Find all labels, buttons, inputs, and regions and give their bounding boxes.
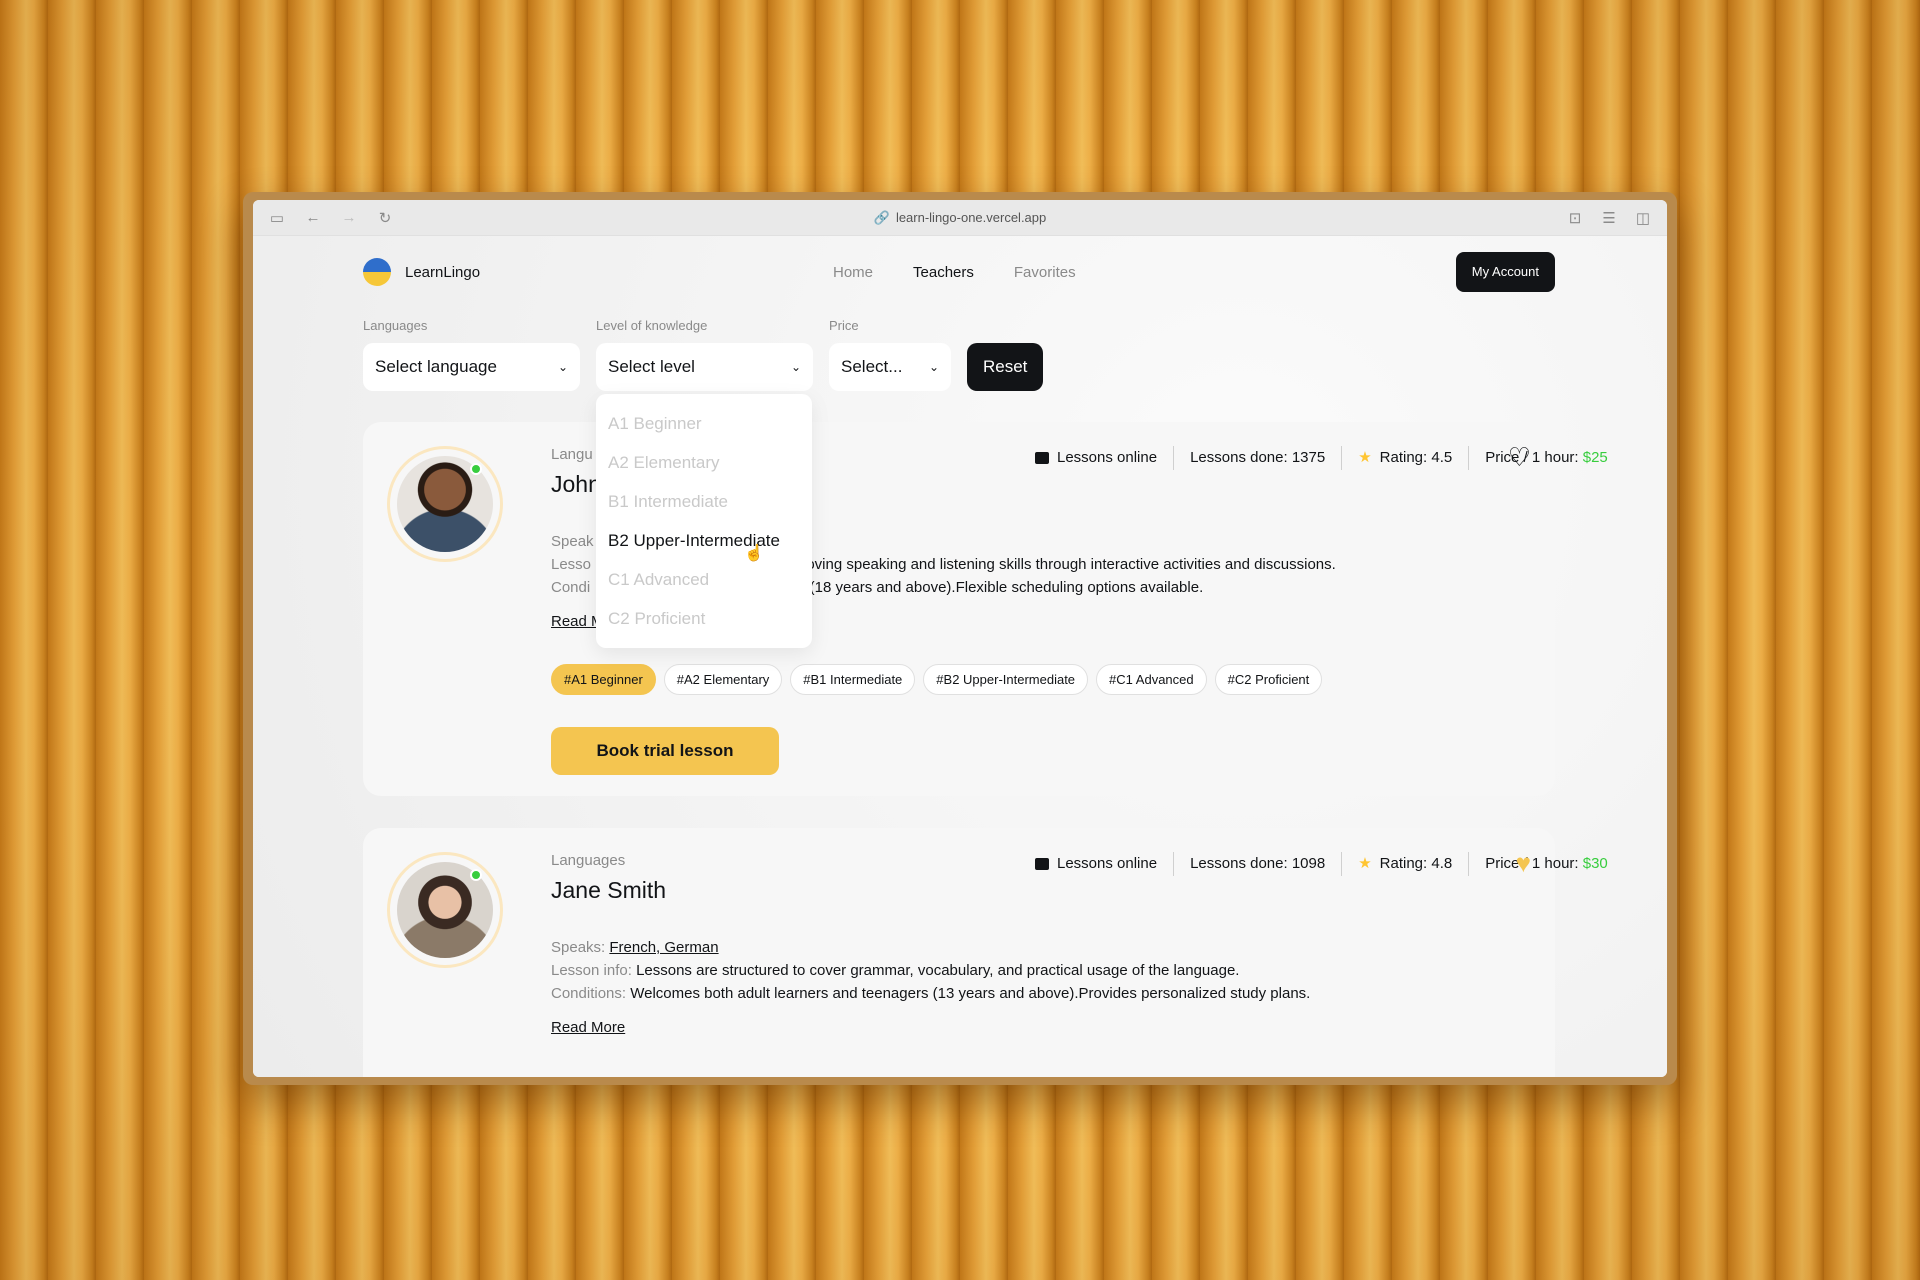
level-filter-label: Level of knowledge	[596, 318, 708, 333]
browser-window: ▭ ← → ↻ 🔗 learn-lingo-one.vercel.app ⊡ ☰…	[243, 192, 1677, 1085]
level-option-b2[interactable]: B2 Upper-Intermediate	[608, 521, 800, 560]
main-nav: Home Teachers Favorites	[833, 264, 1076, 281]
price-value: $30	[1582, 855, 1608, 872]
favorite-heart-filled-icon[interactable]: ♥	[1516, 850, 1531, 876]
translate-icon[interactable]: ⊡	[1563, 206, 1587, 230]
split-view-icon[interactable]: ◫	[1631, 206, 1655, 230]
my-account-button[interactable]: My Account	[1455, 252, 1555, 292]
rating: Rating: 4.8	[1379, 855, 1453, 872]
tag-a1[interactable]: #A1 Beginner	[551, 664, 656, 695]
browser-toolbar: ▭ ← → ↻ 🔗 learn-lingo-one.vercel.app ⊡ ☰…	[253, 200, 1667, 236]
reset-button[interactable]: Reset	[967, 343, 1044, 391]
ukraine-flag-icon	[363, 258, 391, 286]
language-select[interactable]: Select language ⌄	[363, 343, 580, 391]
level-option-a2[interactable]: A2 Elementary	[608, 443, 800, 482]
speaks-languages[interactable]: French, German	[609, 939, 718, 956]
star-icon: ★	[1358, 449, 1372, 466]
page: LearnLingo Home Teachers Favorites My Ac…	[253, 236, 1667, 1077]
book-open-icon	[1035, 858, 1049, 870]
sidebar-toggle-icon[interactable]: ▭	[265, 206, 289, 230]
chevron-down-icon: ⌄	[557, 360, 568, 374]
favorite-heart-icon[interactable]: ♡	[1508, 444, 1531, 470]
forward-arrow-icon[interactable]: →	[337, 206, 361, 230]
price-select-value: Select...	[841, 357, 903, 376]
back-arrow-icon[interactable]: ←	[301, 206, 325, 230]
read-more-link[interactable]: Read More	[551, 1019, 1531, 1036]
price-filter-label: Price	[829, 318, 859, 333]
nav-home[interactable]: Home	[833, 264, 873, 281]
tag-b2[interactable]: #B2 Upper-Intermediate	[923, 664, 1089, 695]
tag-b1[interactable]: #B1 Intermediate	[790, 664, 916, 695]
price-value: $25	[1582, 449, 1608, 466]
teacher-card: Langu John Lessons online Lessons done: …	[363, 422, 1608, 796]
site-header: LearnLingo Home Teachers Favorites My Ac…	[363, 236, 1555, 308]
tag-c1[interactable]: #C1 Advanced	[1096, 664, 1207, 695]
conditions: rs (18 years and above).Flexible schedul…	[793, 579, 1204, 596]
speaks-label: Speak	[551, 533, 594, 550]
avatar-frame	[387, 852, 503, 968]
conditions-label: Conditions:	[551, 985, 631, 1002]
price-select[interactable]: Select... ⌄	[829, 343, 951, 391]
lessons-online: Lessons online	[1057, 449, 1158, 466]
online-status-dot	[470, 869, 482, 881]
rating: Rating: 4.5	[1379, 449, 1453, 466]
book-open-icon	[1035, 452, 1049, 464]
lessons-done: Lessons done: 1098	[1190, 855, 1326, 872]
filters-bar: Languages Select language ⌄ Level of kno…	[363, 318, 1555, 391]
languages-filter-label: Languages	[363, 318, 428, 333]
reader-icon[interactable]: ☰	[1597, 206, 1621, 230]
language-select-value: Select language	[375, 357, 497, 376]
avatar-frame	[387, 446, 503, 562]
lesson-info: proving speaking and listening skills th…	[793, 556, 1336, 573]
reload-icon[interactable]: ↻	[373, 206, 397, 230]
level-option-c1[interactable]: C1 Advanced	[608, 560, 800, 599]
book-trial-lesson-button[interactable]: Book trial lesson	[551, 727, 779, 775]
lesson-info-label: Lesson info:	[551, 962, 637, 979]
price-label: Price / 1 hour: $25	[1485, 449, 1608, 466]
lessons-online: Lessons online	[1057, 855, 1158, 872]
teacher-card: Languages Jane Smith Lessons online Less…	[363, 828, 1608, 1077]
tag-a2[interactable]: #A2 Elementary	[663, 664, 783, 695]
lessons-done: Lessons done: 1375	[1190, 449, 1326, 466]
logo-text: LearnLingo	[405, 263, 481, 281]
price-label: Price / 1 hour: $30	[1485, 855, 1608, 872]
conditions: Welcomes both adult learners and teenage…	[630, 985, 1311, 1002]
teacher-stats: Lessons online Lessons done: 1375 ★ Rati…	[1035, 446, 1624, 470]
level-option-a1[interactable]: A1 Beginner	[608, 404, 800, 443]
level-dropdown-menu: A1 Beginner A2 Elementary B1 Intermediat…	[596, 394, 812, 648]
level-select-value: Select level	[608, 357, 695, 376]
teacher-details: Speaks: French, German Lesson info: Less…	[551, 936, 1531, 1005]
nav-teachers[interactable]: Teachers	[913, 264, 974, 281]
level-option-c2[interactable]: C2 Proficient	[608, 599, 800, 638]
logo[interactable]: LearnLingo	[363, 258, 480, 286]
pointer-cursor-icon: ☝	[744, 545, 764, 562]
speaks-label: Speaks:	[551, 939, 610, 956]
teacher-stats: Lessons online Lessons done: 1098 ★ Rati…	[1035, 852, 1624, 876]
chevron-down-icon: ⌄	[928, 360, 939, 374]
level-option-b1[interactable]: B1 Intermediate	[608, 482, 800, 521]
teacher-name: Jane Smith	[551, 877, 667, 903]
link-icon: 🔗	[873, 209, 890, 225]
url-text: learn-lingo-one.vercel.app	[895, 210, 1047, 225]
star-icon: ★	[1358, 855, 1372, 872]
tag-c2[interactable]: #C2 Proficient	[1214, 664, 1323, 695]
lesson-info: Lessons are structured to cover grammar,…	[636, 962, 1240, 979]
nav-favorites[interactable]: Favorites	[1014, 264, 1076, 281]
level-select[interactable]: Select level ⌄	[596, 343, 813, 391]
chevron-down-icon: ⌄	[790, 360, 801, 374]
level-tags: #A1 Beginner #A2 Elementary #B1 Intermed…	[551, 664, 1531, 695]
address-bar[interactable]: 🔗 learn-lingo-one.vercel.app	[874, 210, 1047, 226]
online-status-dot	[470, 463, 482, 475]
